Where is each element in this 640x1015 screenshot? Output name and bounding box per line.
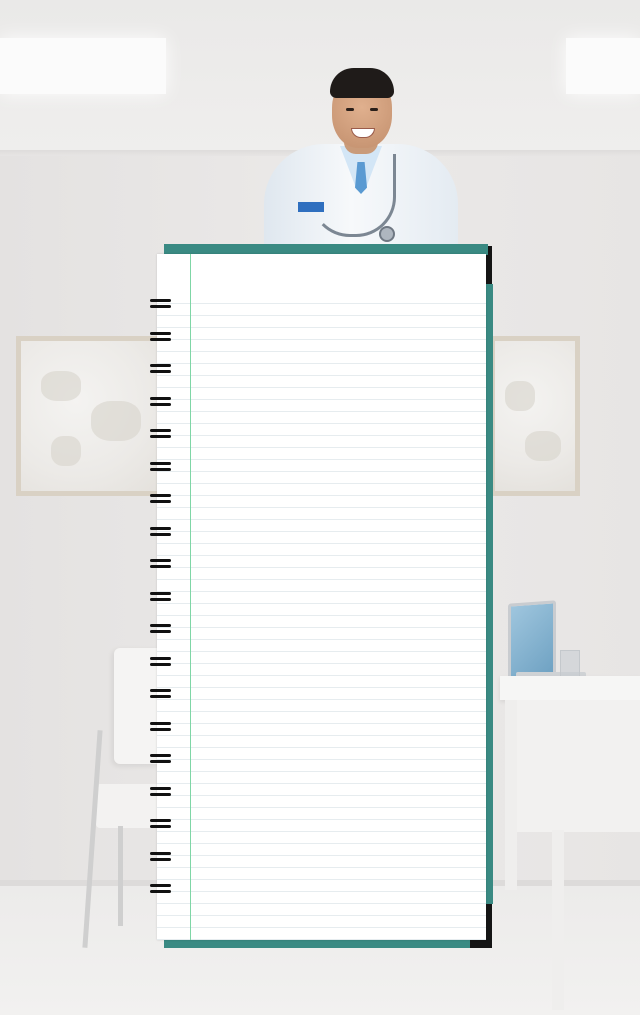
desk-body — [512, 700, 640, 832]
spiral-ring-icon — [150, 851, 171, 861]
spiral-ring-icon — [150, 786, 171, 796]
spiral-ring-icon — [150, 559, 171, 568]
spiral-ring-icon — [150, 884, 171, 893]
ceiling-light-right — [566, 38, 640, 94]
spiral-ring-icon — [150, 754, 171, 763]
spiral-ring-icon — [150, 819, 171, 828]
background-scene — [0, 0, 640, 1015]
spiral-ring-icon — [150, 721, 171, 731]
spiral-ring-icon — [150, 396, 171, 406]
spiral-ring-icon — [150, 494, 171, 503]
ceiling-light-left — [0, 38, 166, 94]
wall-map-right — [490, 336, 580, 496]
wall-map-left — [16, 336, 164, 496]
desk-leg — [552, 830, 564, 1010]
spiral-ring-icon — [150, 689, 171, 698]
id-badge — [298, 202, 324, 212]
desk-top — [500, 676, 640, 700]
spiral-ring-icon — [150, 429, 171, 438]
notebook-page-header-space — [157, 254, 486, 292]
stethoscope-bell-icon — [379, 226, 395, 242]
spiral-ring-icon — [150, 461, 171, 471]
spiral-ring-icon — [150, 364, 171, 373]
spiral-ring-icon — [150, 331, 171, 341]
eye-right — [370, 108, 378, 111]
eye-left — [346, 108, 354, 111]
laptop-screen — [508, 600, 556, 682]
notebook-margin-line — [190, 254, 191, 940]
stethoscope-icon — [310, 154, 396, 237]
spiral-ring-icon — [150, 299, 171, 308]
doctor-portrait — [262, 66, 462, 254]
notebook-page[interactable] — [157, 254, 486, 940]
spiral-ring-icon — [150, 656, 171, 666]
hair — [330, 68, 394, 98]
spiral-ring-icon — [150, 526, 171, 536]
chair-leg — [118, 826, 123, 926]
spiral-ring-icon — [150, 591, 171, 601]
spiral-ring-icon — [150, 624, 171, 633]
desk-leg — [505, 700, 517, 890]
